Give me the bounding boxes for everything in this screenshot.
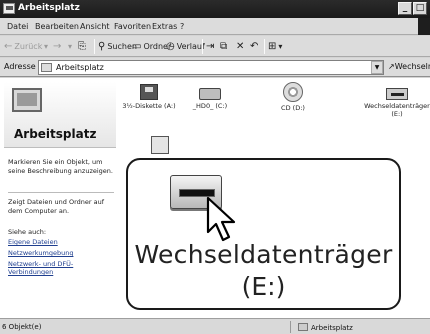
- computer-icon: [12, 88, 42, 112]
- folder-icon: ▭: [132, 41, 142, 52]
- menu-bearbeiten[interactable]: Bearbeiten: [35, 22, 79, 31]
- zoom-drive-name: Wechseldatenträger: [134, 240, 393, 269]
- panel-info: Zeigt Dateien und Ordner auf dem Compute…: [8, 198, 105, 215]
- panel-title: Arbeitsplatz: [14, 127, 97, 141]
- toolbar-separator: [202, 39, 203, 54]
- toolbar-separator: [264, 39, 265, 54]
- address-value: Arbeitsplatz: [56, 63, 104, 72]
- zoom-drive-letter: (E:): [241, 272, 286, 301]
- toolbar: ← Zurück ▾ → ▾ ⎘ ⚲ Suchen ▭ Ordner ◷ Verlauf…: [0, 36, 430, 57]
- hard-disk-icon: [199, 88, 221, 100]
- views-button[interactable]: ⊞ ▾: [268, 40, 282, 53]
- drive-label: _HD0_ (C:): [192, 102, 228, 110]
- go-arrow-icon: ↗: [388, 62, 395, 71]
- undo-icon: ↶: [250, 41, 259, 52]
- status-location: Arbeitsplatz: [298, 323, 353, 332]
- menu-ansicht[interactable]: Ansicht: [80, 22, 110, 31]
- maximize-button[interactable]: □: [413, 2, 427, 15]
- move-to-button[interactable]: ⇥: [206, 40, 216, 53]
- back-arrow-icon: ←: [4, 41, 13, 52]
- history-icon: ◷: [166, 41, 175, 52]
- menu-help[interactable]: ?: [180, 22, 184, 31]
- drive-d[interactable]: CD (D:): [262, 82, 324, 112]
- go-button[interactable]: ↗Wechseln: [388, 62, 430, 71]
- info-banner: Arbeitsplatz: [4, 82, 116, 148]
- documents-icon: [151, 136, 169, 154]
- back-button[interactable]: ← Zurück: [4, 40, 42, 53]
- move-to-icon: ⇥: [206, 41, 215, 52]
- up-folder-button[interactable]: ⎘: [78, 40, 88, 53]
- address-dropdown-button[interactable]: ▼: [371, 61, 383, 74]
- drive-a[interactable]: 3½-Diskette (A:): [118, 84, 180, 110]
- cd-drive-icon: [283, 82, 303, 102]
- menu-datei[interactable]: Datei: [7, 22, 28, 31]
- computer-icon: [41, 63, 52, 72]
- menu-extras[interactable]: Extras: [152, 22, 177, 31]
- computer-icon: [3, 3, 15, 14]
- title-bar: Arbeitsplatz _ □: [0, 0, 430, 18]
- windows-logo-icon: [418, 18, 430, 35]
- removable-drive-icon: [386, 88, 408, 100]
- info-panel: Arbeitsplatz Markieren Sie ein Objekt, u…: [0, 78, 118, 318]
- search-icon: ⚲: [98, 41, 106, 52]
- address-label: Adresse: [4, 62, 36, 71]
- zoom-callout: Wechseldatenträger (E:): [126, 158, 401, 310]
- up-folder-icon: ⎘: [78, 41, 86, 52]
- see-also-label: Siehe auch:: [8, 228, 47, 236]
- status-bar: 6 Objekt(e) Arbeitsplatz: [0, 318, 430, 334]
- computer-icon: [298, 323, 308, 331]
- drive-c[interactable]: _HD0_ (C:): [179, 84, 241, 110]
- link-dfu-verbindungen[interactable]: Netzwerk- und DFÜ-Verbindungen: [8, 260, 114, 276]
- link-netzwerkumgebung[interactable]: Netzwerkumgebung: [8, 249, 114, 257]
- copy-to-icon: ⧉: [220, 41, 228, 52]
- minimize-button[interactable]: _: [398, 2, 412, 15]
- drive-e[interactable]: Wechseldatenträger (E:): [364, 84, 430, 118]
- link-eigene-dateien[interactable]: Eigene Dateien: [8, 238, 114, 246]
- forward-arrow-icon: →: [53, 41, 62, 52]
- address-bar: Adresse Arbeitsplatz ▼ ↗Wechseln: [0, 58, 430, 77]
- floppy-icon: [140, 84, 158, 100]
- mouse-cursor-icon: [206, 196, 236, 242]
- drive-label: 3½-Diskette (A:): [122, 102, 176, 110]
- window-title: Arbeitsplatz: [18, 3, 80, 13]
- delete-icon: ✕: [236, 41, 245, 52]
- toolbar-separator: [94, 39, 95, 54]
- views-icon: ⊞: [268, 41, 277, 52]
- forward-dropdown-icon[interactable]: ▾: [68, 40, 72, 53]
- delete-button[interactable]: ✕: [236, 40, 246, 53]
- undo-button[interactable]: ↶: [250, 40, 260, 53]
- back-dropdown-icon[interactable]: ▾: [44, 40, 48, 53]
- status-divider: [290, 321, 291, 333]
- panel-divider: [8, 192, 114, 193]
- copy-to-button[interactable]: ⧉: [220, 40, 229, 53]
- menu-favoriten[interactable]: Favoriten: [114, 22, 151, 31]
- drive-label: CD (D:): [281, 104, 305, 112]
- documents-folder[interactable]: [135, 136, 185, 154]
- panel-description: Markieren Sie ein Objekt, um seine Besch…: [8, 158, 113, 175]
- menu-bar: Datei Bearbeiten Ansicht Favoriten Extra…: [0, 18, 430, 35]
- history-button[interactable]: ◷ Verlauf: [166, 40, 205, 53]
- drive-label: Wechseldatenträger (E:): [364, 102, 430, 118]
- address-field[interactable]: Arbeitsplatz: [38, 60, 384, 75]
- object-count: 6 Objekt(e): [2, 323, 42, 331]
- forward-button[interactable]: →: [53, 40, 63, 53]
